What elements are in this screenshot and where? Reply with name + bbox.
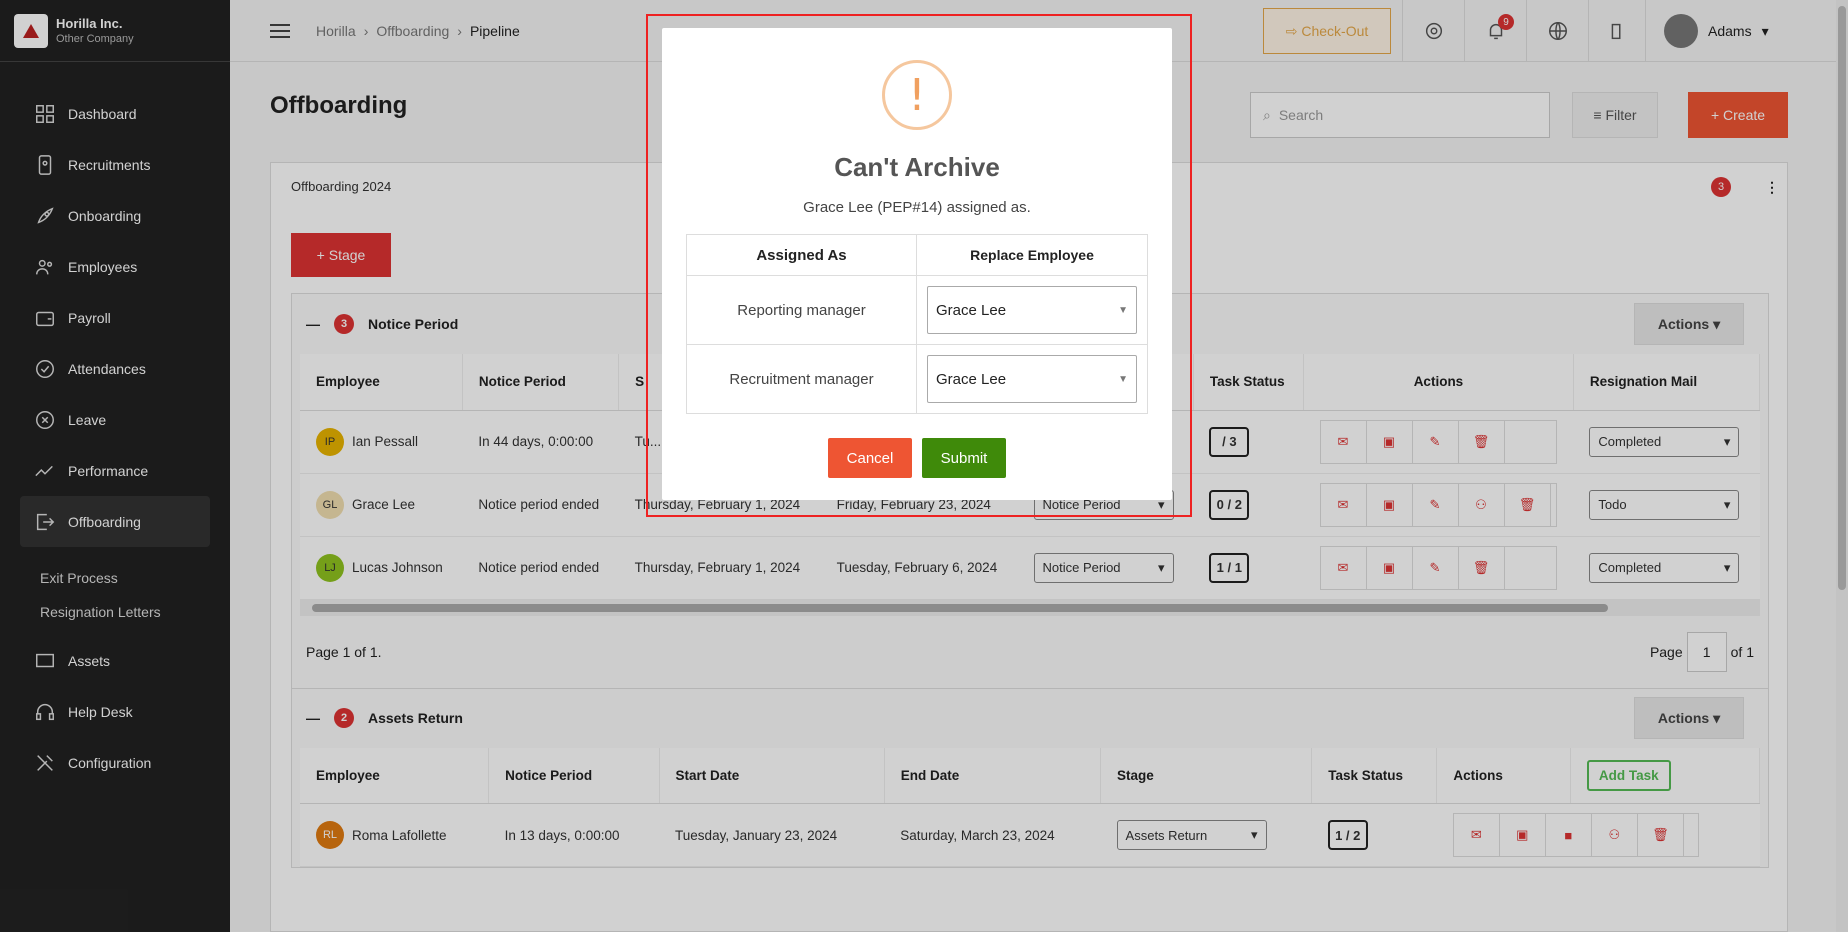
replace-employee-select[interactable]: Grace Lee ▼ <box>927 355 1137 403</box>
col-assigned-as: Assigned As <box>687 235 917 275</box>
assignment-table: Assigned As Replace Employee Reporting m… <box>686 234 1148 414</box>
select-value: Grace Lee <box>936 370 1007 388</box>
role-label: Recruitment manager <box>687 345 917 413</box>
table-row: Reporting manager Grace Lee ▼ <box>687 275 1147 344</box>
dialog-buttons: Cancel Submit <box>662 438 1172 478</box>
col-replace-employee: Replace Employee <box>970 247 1094 263</box>
chevron-down-icon: ▼ <box>1118 373 1128 385</box>
cancel-button[interactable]: Cancel <box>828 438 912 478</box>
table-header: Assigned As Replace Employee <box>687 235 1147 275</box>
table-row: Recruitment manager Grace Lee ▼ <box>687 344 1147 413</box>
replace-employee-select[interactable]: Grace Lee ▼ <box>927 286 1137 334</box>
role-label: Reporting manager <box>687 276 917 344</box>
dialog-subtitle: Grace Lee (PEP#14) assigned as. <box>803 199 1031 216</box>
warning-icon: ! <box>882 60 952 130</box>
chevron-down-icon: ▼ <box>1118 304 1128 316</box>
dialog-title: Can't Archive <box>834 152 1000 182</box>
submit-button[interactable]: Submit <box>922 438 1006 478</box>
select-value: Grace Lee <box>936 301 1007 319</box>
cant-archive-dialog: ! Can't Archive Grace Lee (PEP#14) assig… <box>662 28 1172 500</box>
